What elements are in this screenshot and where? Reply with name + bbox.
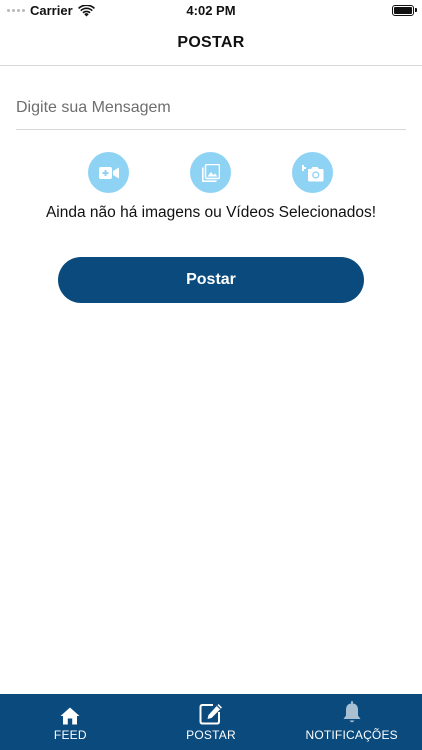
tab-feed[interactable]: FEED bbox=[0, 694, 141, 750]
bell-icon bbox=[343, 701, 361, 723]
gallery-button[interactable] bbox=[190, 152, 231, 193]
edit-icon bbox=[199, 704, 222, 725]
tab-postar-label: POSTAR bbox=[186, 728, 236, 742]
video-add-icon bbox=[98, 166, 119, 179]
tab-notificacoes[interactable]: NOTIFICAÇÕES bbox=[281, 694, 422, 750]
status-bar: Carrier 4:02 PM bbox=[0, 0, 422, 22]
tab-notificacoes-label: NOTIFICAÇÕES bbox=[305, 728, 398, 742]
home-icon bbox=[60, 707, 80, 725]
empty-media-message: Ainda não há imagens ou Vídeos Seleciona… bbox=[45, 204, 377, 221]
message-input[interactable] bbox=[16, 86, 406, 130]
post-button[interactable]: Postar bbox=[58, 257, 364, 303]
tab-postar[interactable]: POSTAR bbox=[141, 694, 282, 750]
camera-add-icon bbox=[301, 165, 323, 182]
status-time: 4:02 PM bbox=[186, 3, 236, 18]
gallery-icon bbox=[201, 163, 220, 182]
tab-bar: FEED POSTAR NOTIFICAÇÕES bbox=[0, 694, 422, 750]
page-title: POSTAR bbox=[177, 34, 245, 51]
camera-button[interactable] bbox=[292, 152, 333, 193]
add-video-button[interactable] bbox=[88, 152, 129, 193]
nav-header: POSTAR bbox=[0, 22, 422, 66]
battery-icon bbox=[392, 5, 417, 16]
tab-feed-label: FEED bbox=[53, 728, 87, 742]
